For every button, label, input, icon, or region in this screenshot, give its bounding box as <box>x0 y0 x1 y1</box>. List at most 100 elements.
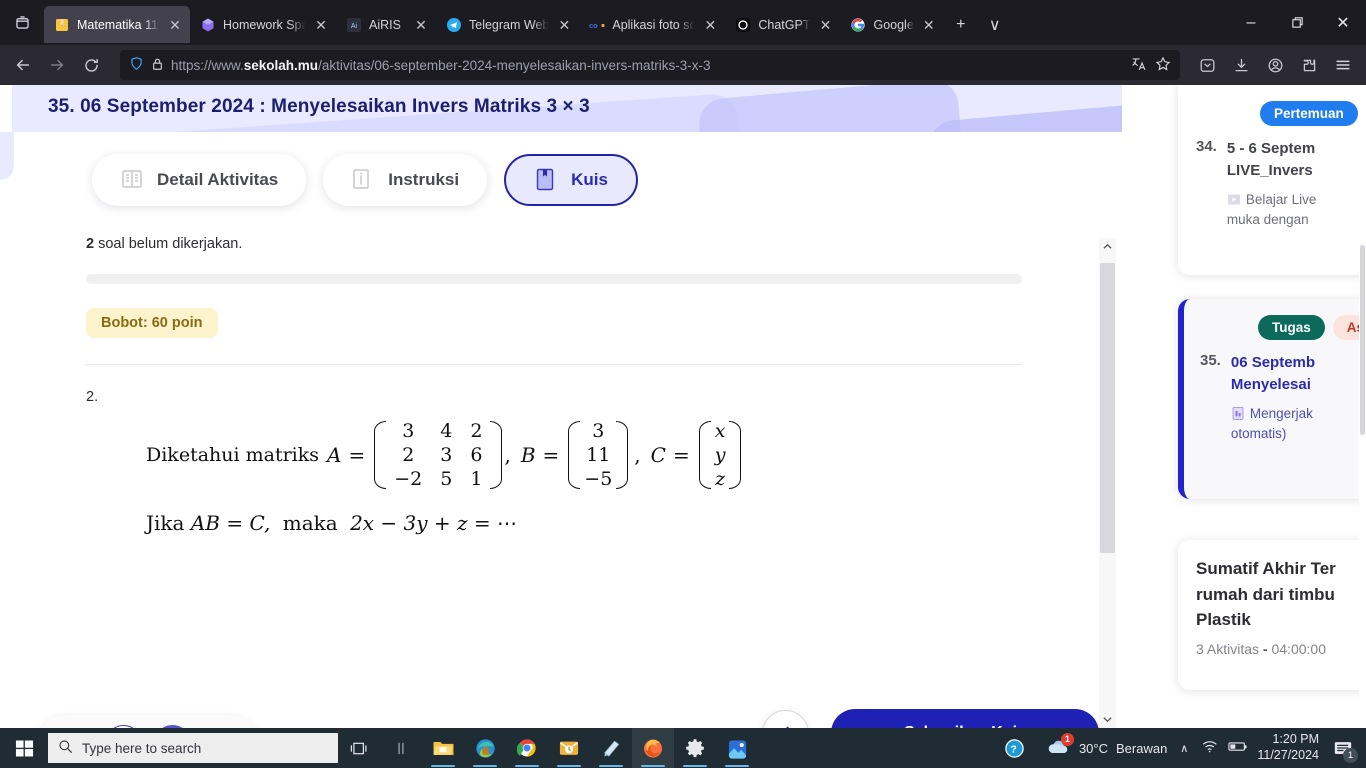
settings-icon[interactable] <box>674 728 716 768</box>
finish-quiz-button[interactable]: Selesaikan Kuis <box>831 709 1099 728</box>
matrix-cell: 1 <box>470 468 483 490</box>
notification-center-button[interactable]: 1 <box>1328 728 1358 768</box>
browser-tab-airis[interactable]: Ai AiRIS ✕ <box>336 6 436 43</box>
back-button[interactable] <box>6 49 40 81</box>
matrix-cell: 5 <box>440 468 453 490</box>
sticky-notes-icon[interactable] <box>590 728 632 768</box>
close-icon[interactable]: ✕ <box>313 18 329 32</box>
window-close-button[interactable]: ✕ <box>1320 0 1366 45</box>
tab-instruksi[interactable]: Instruksi <box>323 154 488 206</box>
matrix-cell: 2 <box>470 420 483 442</box>
extensions-icon[interactable] <box>1292 49 1326 81</box>
weather-widget[interactable]: 1 30°C Berawan <box>1045 732 1167 760</box>
tab-kuis[interactable]: Kuis <box>504 154 638 206</box>
comma-2: , <box>634 443 641 467</box>
account-icon[interactable] <box>1258 49 1292 81</box>
photos-icon[interactable] <box>716 728 758 768</box>
close-icon[interactable]: ✕ <box>556 18 572 32</box>
scroll-down-arrow[interactable] <box>1099 711 1116 728</box>
tab-detail-aktivitas[interactable]: Detail Aktivitas <box>92 154 307 206</box>
browser-tab-google[interactable]: Google ✕ <box>840 6 943 43</box>
hero-left-gap <box>0 85 12 132</box>
side-card-summary[interactable]: Sumatif Akhir Ter rumah dari timbu Plast… <box>1178 540 1366 690</box>
browser-tab-telegram[interactable]: Telegram Web ✕ <box>436 6 579 43</box>
bookmark-star-icon[interactable] <box>1155 56 1171 75</box>
minimize-button[interactable]: – <box>1228 0 1274 45</box>
battery-icon[interactable] <box>1228 740 1248 756</box>
comma-1: , <box>504 443 511 467</box>
file-explorer-icon[interactable] <box>422 728 464 768</box>
clock-date: 11/27/2024 <box>1257 748 1319 762</box>
page-button-2[interactable]: 2 <box>154 724 191 728</box>
search-input[interactable]: Type here to search <box>48 733 338 763</box>
wifi-icon[interactable] <box>1201 739 1219 757</box>
new-tab-button[interactable]: + <box>944 6 978 43</box>
tab-label: Matematika 11 Se <box>77 17 160 32</box>
chrome-icon[interactable] <box>506 728 548 768</box>
equals-3: = <box>672 443 690 467</box>
maka-word: maka <box>282 511 338 535</box>
firefox-view-icon[interactable] <box>0 0 44 45</box>
close-icon[interactable]: ✕ <box>817 18 833 32</box>
app-menu-icon[interactable] <box>1326 49 1360 81</box>
reload-button[interactable] <box>74 49 108 81</box>
side-card-pertemuan[interactable]: Pertemuan 34. 5 - 6 Septem LIVE_Invers B… <box>1178 85 1366 275</box>
summary-title: Sumatif Akhir Ter rumah dari timbu Plast… <box>1196 559 1336 629</box>
matrix-cell: y <box>714 444 726 466</box>
airis-favicon: Ai <box>346 17 362 33</box>
browser-tab-aplikasi-foto-soal[interactable]: co Aplikasi foto soal ✕ <box>579 6 725 43</box>
question-math: Diketahui matriks A = 342 236 −251 , B <box>146 419 1022 535</box>
translate-icon[interactable] <box>1131 56 1148 75</box>
close-icon[interactable]: ✕ <box>167 18 183 32</box>
scroll-up-arrow[interactable] <box>1099 238 1116 255</box>
close-icon[interactable]: ✕ <box>413 18 429 32</box>
tab-label: ChatGPT <box>758 17 811 32</box>
matrix-cell: 3 <box>402 420 415 442</box>
panel-scrollbar[interactable] <box>1359 85 1366 728</box>
edge-icon[interactable] <box>464 728 506 768</box>
browser-tab-chatgpt[interactable]: ChatGPT ✕ <box>725 6 840 43</box>
close-icon[interactable]: ✕ <box>921 18 937 32</box>
card-subtitle: Mengerjak otomatis) <box>1231 404 1315 446</box>
downloads-icon[interactable] <box>1224 49 1258 81</box>
system-tray: ? 1 30°C Berawan ∧ 1:20 PM 11/27/2024 1 <box>994 728 1366 768</box>
forward-button[interactable] <box>40 49 74 81</box>
matrix-b: 3 11 −5 <box>566 419 630 491</box>
help-icon[interactable]: ? <box>994 728 1036 768</box>
save-to-pocket-icon[interactable] <box>1190 49 1224 81</box>
widgets-icon[interactable] <box>380 728 422 768</box>
outlook-icon[interactable] <box>548 728 590 768</box>
activity-tab-bar: Detail Aktivitas Instruksi Kuis <box>0 132 1122 206</box>
window-controls: – ✕ <box>1228 0 1366 45</box>
main-content: 35. 06 September 2024 : Menyelesaikan In… <box>0 85 1122 728</box>
windows-taskbar: Type here to search ? 1 30°C Berawan ∧ 1… <box>0 728 1366 768</box>
scrollbar-thumb[interactable] <box>1100 263 1115 553</box>
list-all-tabs-button[interactable]: ∨ <box>978 6 1012 43</box>
quiz-actions: Selesaikan Kuis <box>762 709 1099 728</box>
show-hidden-icons-button[interactable]: ∧ <box>1176 742 1192 755</box>
content-scrollbar[interactable] <box>1099 238 1116 728</box>
question-pagination: 1 2 <box>38 715 258 728</box>
address-bar[interactable]: https://www.sekolah.mu/aktivitas/06-sept… <box>120 50 1180 80</box>
screen: Matematika 11 Se ✕ Homework Space ✕ Ai A… <box>0 0 1366 768</box>
browser-tab-homework-space[interactable]: Homework Space ✕ <box>190 6 336 43</box>
matrix-row: −2 5 1 <box>385 467 491 491</box>
panel-scrollbar-thumb[interactable] <box>1360 245 1365 435</box>
close-icon[interactable]: ✕ <box>702 18 718 32</box>
page-button-1[interactable]: 1 <box>105 724 142 728</box>
maximize-button[interactable] <box>1274 0 1320 45</box>
matrix-b-table: 3 11 −5 <box>579 419 617 491</box>
card-title: 5 - 6 Septem LIVE_Invers <box>1226 140 1316 179</box>
lock-icon[interactable] <box>151 57 164 74</box>
browser-tab-matematika[interactable]: Matematika 11 Se ✕ <box>44 6 190 43</box>
book-open-icon <box>120 167 144 193</box>
start-button[interactable] <box>0 728 48 768</box>
firefox-icon[interactable] <box>632 728 674 768</box>
side-card-tugas-active[interactable]: Tugas As 35. 06 Septemb Menyelesai Menge… <box>1178 299 1366 499</box>
matrix-cell: 2 <box>402 444 415 466</box>
previous-question-button[interactable] <box>762 709 809 728</box>
taskbar-clock[interactable]: 1:20 PM 11/27/2024 <box>1257 732 1319 763</box>
task-view-icon[interactable] <box>338 728 380 768</box>
shield-icon[interactable] <box>129 56 144 74</box>
badge-tugas: Tugas <box>1258 315 1325 340</box>
